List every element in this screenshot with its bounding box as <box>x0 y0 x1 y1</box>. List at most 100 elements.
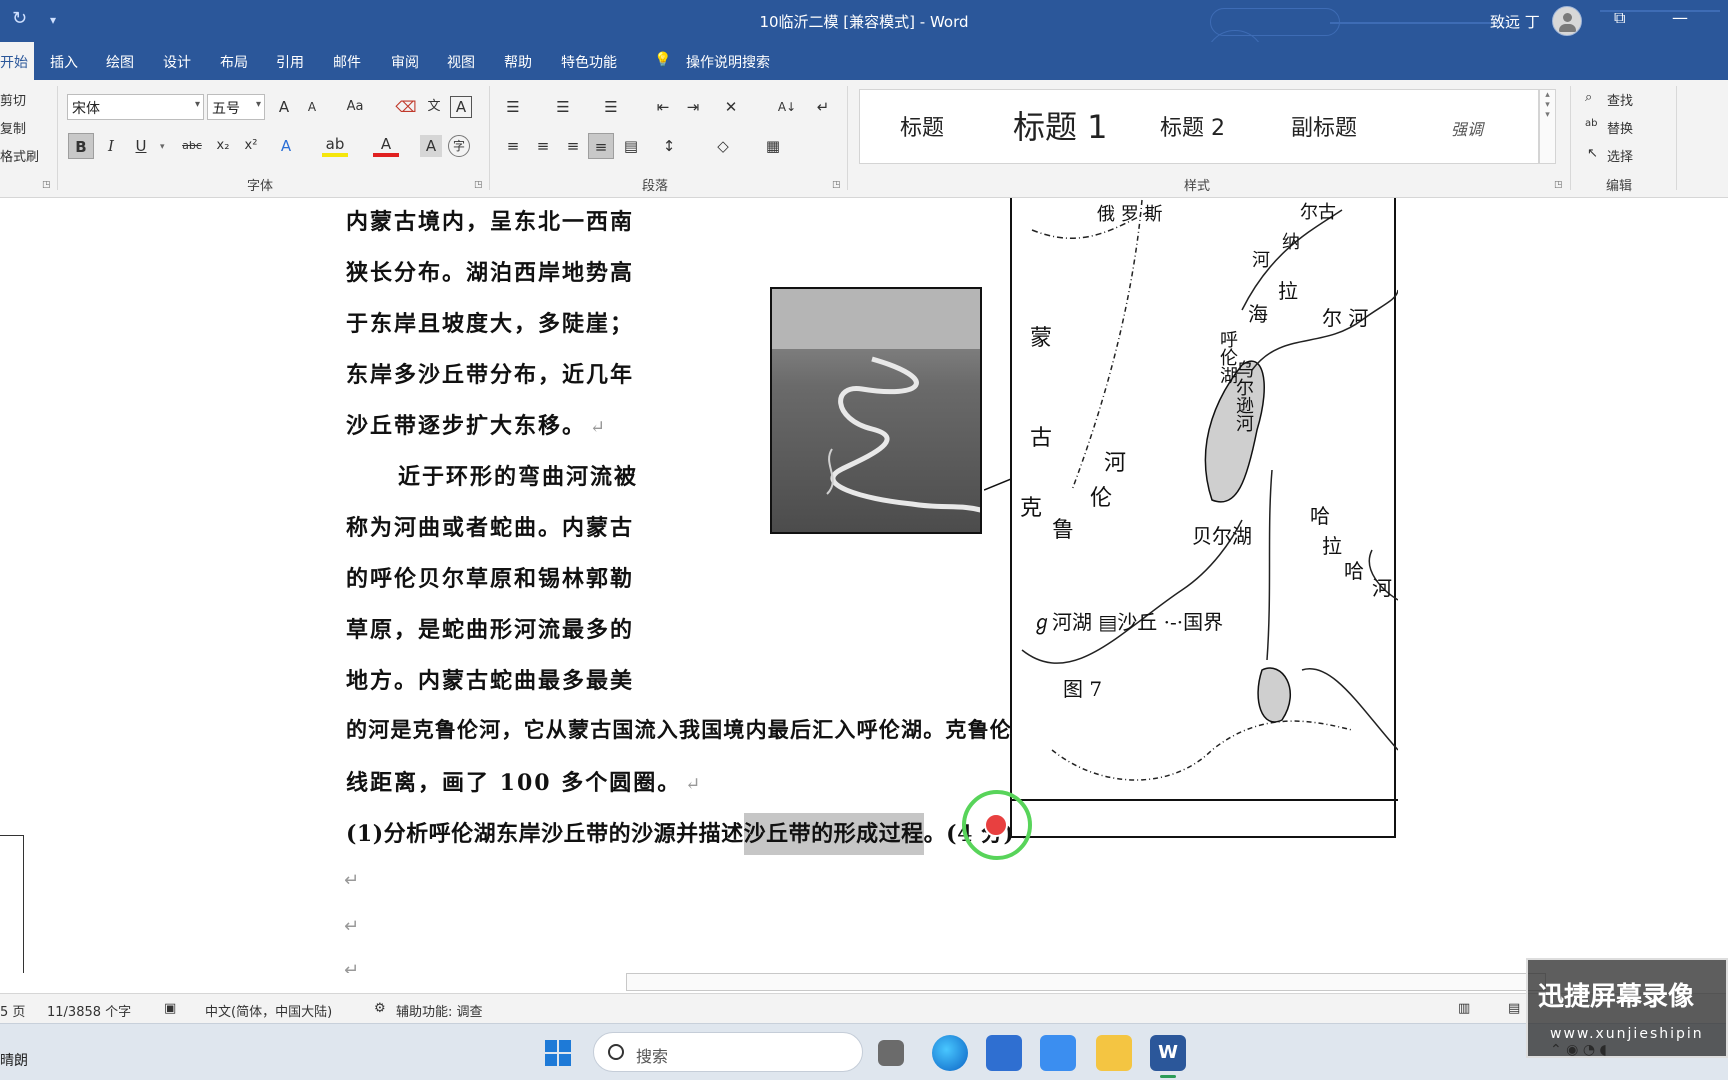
style-heading-2[interactable]: 标题 2 <box>1160 110 1225 142</box>
bold-button[interactable]: B <box>68 133 94 159</box>
tell-me-search[interactable]: 操作说明搜索 <box>686 52 770 72</box>
align-right-icon[interactable]: ≡ <box>560 133 586 159</box>
avatar[interactable] <box>1552 6 1582 36</box>
clipboard-launcher-icon[interactable]: ◳ <box>42 180 51 190</box>
horizontal-scrollbar[interactable] <box>626 973 1546 991</box>
doc-line[interactable]: 于东岸且坡度大，多陡崖； <box>346 306 634 338</box>
document-area[interactable]: 内蒙古境内，呈东北一西南 狭长分布。湖泊西岸地势高 于东岸且坡度大，多陡崖； 东… <box>0 198 1728 973</box>
replace-icon[interactable]: ab <box>1585 118 1597 129</box>
format-painter-button[interactable]: 格式刷 <box>0 146 39 165</box>
bullets-icon[interactable]: ☰ <box>500 94 526 120</box>
minimize-button[interactable]: — <box>1672 8 1688 27</box>
accessibility-status[interactable]: 辅助功能: 调查 <box>396 1001 483 1020</box>
lightbulb-icon[interactable]: 💡 <box>654 52 671 68</box>
language-indicator[interactable]: 中文(简体，中国大陆) <box>205 1001 332 1020</box>
replace-button[interactable]: 替换 <box>1607 118 1633 137</box>
tab-layout[interactable]: 布局 <box>220 52 248 72</box>
weather-text[interactable]: 晴朗 <box>0 1050 28 1070</box>
shrink-font-button[interactable]: A <box>299 94 325 120</box>
word-count[interactable]: 11/3858 个字 <box>47 1001 131 1020</box>
doc-line[interactable]: 狭长分布。湖泊西岸地势高 <box>346 255 634 287</box>
tab-view[interactable]: 视图 <box>447 52 475 72</box>
task-view-icon[interactable] <box>878 1040 904 1066</box>
font-color-button[interactable]: A <box>373 133 399 157</box>
change-case-button[interactable]: Aa <box>335 94 375 120</box>
styles-gallery-scroll[interactable]: ▴ ▾ ▾ <box>1539 89 1556 164</box>
italic-button[interactable]: I <box>98 133 124 159</box>
char-border-button[interactable]: A <box>450 96 472 118</box>
multilevel-list-icon[interactable]: ☰ <box>598 94 624 120</box>
ribbon-display-icon[interactable]: ⧉ <box>1614 8 1625 28</box>
select-button[interactable]: 选择 <box>1607 146 1633 165</box>
print-layout-icon[interactable]: ▤ <box>1508 1001 1520 1016</box>
char-shading-button[interactable]: A <box>420 135 442 157</box>
text-selection[interactable]: 沙丘带的形成过程 <box>743 813 924 855</box>
taskbar-search[interactable]: 搜索 <box>593 1032 863 1072</box>
clear-formatting-icon[interactable]: ⌫ <box>393 94 419 120</box>
styles-launcher-icon[interactable]: ◳ <box>1554 180 1563 190</box>
align-center-icon[interactable]: ≡ <box>530 133 556 159</box>
font-launcher-icon[interactable]: ◳ <box>474 180 483 190</box>
tab-review[interactable]: 审阅 <box>391 52 419 72</box>
file-explorer-icon[interactable] <box>1096 1035 1132 1071</box>
doc-line[interactable]: 的呼伦贝尔草原和锡林郭勒 <box>346 561 634 593</box>
highlight-icon[interactable]: ab <box>322 133 348 157</box>
font-size-select[interactable]: 五号 ▾ <box>207 94 265 120</box>
sort-icon[interactable]: A↓ <box>774 94 800 120</box>
tab-mailings[interactable]: 邮件 <box>333 52 361 72</box>
style-heading-1[interactable]: 标题 1 <box>1013 102 1108 148</box>
chinese-layout-icon[interactable]: ✕ <box>718 94 744 120</box>
search-icon[interactable]: ⌕ <box>1585 90 1592 105</box>
strikethrough-button[interactable]: abc <box>176 133 208 159</box>
numbering-icon[interactable]: ☰ <box>550 94 576 120</box>
distributed-icon[interactable]: ▤ <box>618 133 644 159</box>
doc-line[interactable]: 草原，是蛇曲形河流最多的 <box>346 612 634 644</box>
underline-button[interactable]: U <box>128 133 154 159</box>
doc-line[interactable]: 沙丘带逐步扩大东移。 ↵ <box>346 408 607 440</box>
grow-font-button[interactable]: A <box>271 94 297 120</box>
feishu-icon[interactable] <box>1040 1035 1076 1071</box>
tab-design[interactable]: 设计 <box>163 52 191 72</box>
increase-indent-icon[interactable]: ⇥ <box>680 94 706 120</box>
doc-line[interactable]: 线距离，画了 100 多个圆圈。 ↵ <box>346 765 702 797</box>
copy-button[interactable]: 复制 <box>0 118 26 137</box>
subscript-button[interactable]: x₂ <box>210 133 236 159</box>
font-name-select[interactable]: 宋体 ▾ <box>67 94 204 120</box>
tab-references[interactable]: 引用 <box>276 52 304 72</box>
paragraph-launcher-icon[interactable]: ◳ <box>832 180 841 190</box>
style-subtitle[interactable]: 副标题 <box>1291 110 1357 142</box>
river-meander-photo[interactable] <box>770 287 982 534</box>
tab-help[interactable]: 帮助 <box>504 52 532 72</box>
edge-icon[interactable] <box>932 1035 968 1071</box>
enclose-char-button[interactable]: 字 <box>448 135 470 157</box>
underline-caret-icon[interactable]: ▾ <box>160 142 165 152</box>
shading-icon[interactable]: ◇ <box>710 133 736 159</box>
accessibility-icon[interactable]: ⚙ <box>374 1001 386 1016</box>
show-marks-icon[interactable]: ↵ <box>810 94 836 120</box>
text-effects-icon[interactable]: A <box>273 133 299 159</box>
user-name[interactable]: 致远 丁 <box>1490 11 1540 32</box>
cut-button[interactable]: 剪切 <box>0 90 26 109</box>
align-left-icon[interactable]: ≡ <box>500 133 526 159</box>
hulun-lake-map[interactable]: 俄 罗 斯 尔古 纳 河 拉 海 尔 河 蒙 古 呼伦湖 乌尔逊河 河 伦 克 … <box>1010 198 1398 838</box>
video-app-icon[interactable] <box>986 1035 1022 1071</box>
word-app-icon[interactable]: W <box>1150 1035 1186 1071</box>
tab-home[interactable]: 开始 <box>0 42 34 80</box>
phonetic-guide-button[interactable]: 文 <box>421 94 447 120</box>
decrease-indent-icon[interactable]: ⇤ <box>650 94 676 120</box>
borders-icon[interactable]: ▦ <box>760 133 786 159</box>
doc-line[interactable]: 东岸多沙丘带分布，近几年 <box>346 357 634 389</box>
doc-line[interactable]: 地方。内蒙古蛇曲最多最美 <box>346 663 634 695</box>
tab-special-features[interactable]: 特色功能 <box>561 52 617 72</box>
proofing-icon[interactable]: ▣ <box>164 1001 176 1016</box>
cursor-select-icon[interactable]: ↖ <box>1587 146 1598 161</box>
doc-line[interactable]: 称为河曲或者蛇曲。内蒙古 <box>346 510 634 542</box>
style-emphasis[interactable]: 强调 <box>1451 116 1483 140</box>
page-count[interactable]: 5 页 <box>0 1001 25 1020</box>
find-button[interactable]: 查找 <box>1607 90 1633 109</box>
tab-insert[interactable]: 插入 <box>50 52 78 72</box>
tab-draw[interactable]: 绘图 <box>106 52 134 72</box>
justify-icon[interactable]: ≡ <box>588 133 614 159</box>
start-icon[interactable] <box>540 1035 576 1071</box>
read-mode-icon[interactable]: ▥ <box>1458 1001 1470 1016</box>
